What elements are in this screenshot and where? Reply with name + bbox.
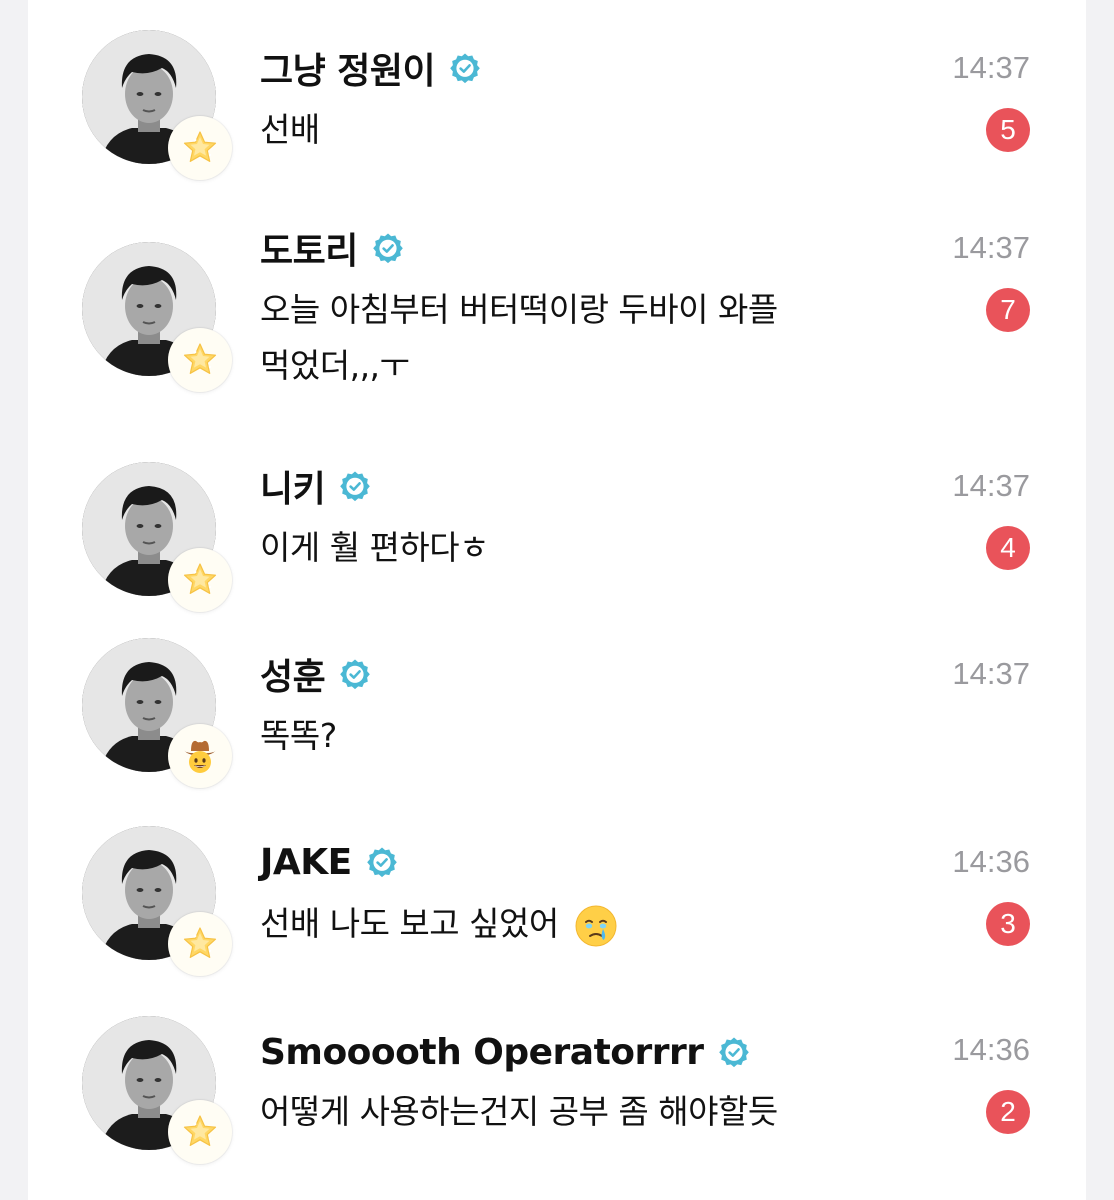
chat-name-line: 도토리	[260, 224, 404, 272]
chat-time: 14:36	[952, 844, 1030, 879]
verified-badge-icon	[339, 470, 371, 502]
verified-badge-icon	[449, 52, 481, 84]
verified-badge-icon	[366, 846, 398, 878]
chat-time: 14:37	[952, 230, 1030, 265]
chat-message-line: 오늘 아침부터 버터떡이랑 두바이 와플	[260, 290, 778, 329]
chat-row[interactable]: 니키 14:37 이게 훨 편하다ㅎ 4	[28, 436, 1086, 622]
chat-name: Smooooth Operatorrrr	[260, 1031, 704, 1073]
chat-name: JAKE	[260, 841, 352, 883]
chat-message-text: 선배 나도 보고 싶었어	[260, 904, 559, 943]
chat-name-line: JAKE	[260, 838, 398, 886]
chat-row[interactable]: 성훈 14:37 똑똑?	[28, 624, 1086, 810]
chat-name-line: 니키	[260, 462, 371, 510]
chat-row[interactable]: JAKE 14:36 선배 나도 보고 싶었어 3	[28, 812, 1086, 998]
cowboy-face-icon	[168, 724, 232, 788]
star-sticker-icon	[168, 328, 232, 392]
chat-message: 어떻게 사용하는건지 공부 좀 해야할듯	[260, 1092, 778, 1131]
chat-time: 14:37	[952, 468, 1030, 503]
unread-count-badge: 3	[986, 902, 1030, 946]
chat-list: 그냥 정원이 14:37 선배 5 도토리 14:37 오늘 아침부터 버터떡이…	[28, 0, 1086, 1200]
chat-time: 14:37	[952, 50, 1030, 85]
chat-name: 성훈	[260, 657, 326, 698]
unread-count-badge: 4	[986, 526, 1030, 570]
chat-message: 선배 나도 보고 싶었어	[260, 896, 900, 952]
verified-badge-icon	[718, 1036, 750, 1068]
chat-row[interactable]: 그냥 정원이 14:37 선배 5	[28, 0, 1086, 188]
holding-back-tears-emoji-icon	[573, 903, 619, 949]
chat-message-line: 먹었더,,,ㅜ	[260, 346, 410, 385]
unread-count-badge: 7	[986, 288, 1030, 332]
chat-message: 똑똑?	[260, 716, 337, 755]
chat-name-line: 그냥 정원이	[260, 44, 481, 92]
star-sticker-icon	[168, 116, 232, 180]
chat-row[interactable]: Smooooth Operatorrrr 14:36 어떻게 사용하는건지 공부…	[28, 1000, 1086, 1200]
unread-count-badge: 2	[986, 1090, 1030, 1134]
chat-name: 니키	[260, 469, 326, 510]
verified-badge-icon	[339, 658, 371, 690]
chat-name-line: Smooooth Operatorrrr	[260, 1028, 750, 1076]
chat-name-line: 성훈	[260, 650, 371, 698]
chat-time: 14:36	[952, 1032, 1030, 1067]
verified-badge-icon	[372, 232, 404, 264]
chat-row[interactable]: 도토리 14:37 오늘 아침부터 버터떡이랑 두바이 와플 먹었더,,,ㅜ 7	[28, 190, 1086, 434]
chat-name: 도토리	[260, 231, 358, 272]
chat-name: 그냥 정원이	[260, 51, 436, 92]
chat-message: 이게 훨 편하다ㅎ	[260, 528, 490, 567]
unread-count-badge: 5	[986, 108, 1030, 152]
star-sticker-icon	[168, 912, 232, 976]
chat-time: 14:37	[952, 656, 1030, 691]
chat-message: 선배	[260, 110, 320, 149]
chat-message: 오늘 아침부터 버터떡이랑 두바이 와플 먹었더,,,ㅜ	[260, 282, 900, 394]
star-sticker-icon	[168, 1100, 232, 1164]
star-sticker-icon	[168, 548, 232, 612]
